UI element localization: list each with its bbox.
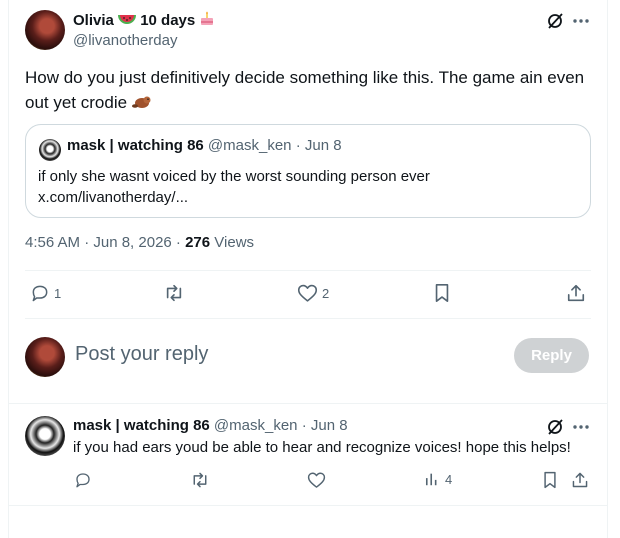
repost-icon bbox=[193, 472, 207, 488]
birthday-cake-emoji-icon bbox=[199, 11, 215, 31]
reply-header: mask | watching 86 @mask_ken · Jun 8 bbox=[73, 417, 348, 434]
beaver-emoji-icon bbox=[131, 92, 152, 117]
author-name[interactable]: Olivia bbox=[73, 12, 114, 29]
reply-views-button[interactable]: 4 bbox=[425, 471, 452, 487]
reply-count: 1 bbox=[54, 285, 62, 301]
share-icon bbox=[572, 472, 588, 488]
divider bbox=[9, 403, 607, 404]
quoted-post-text: if only she wasnt voiced by the worst so… bbox=[38, 166, 578, 208]
quoted-link[interactable]: x.com/livanotherday/... bbox=[38, 187, 578, 208]
more-dots-icon[interactable] bbox=[571, 417, 591, 437]
reply-bookmark-button[interactable] bbox=[542, 471, 558, 489]
quoted-post-card[interactable]: mask | watching 86 @mask_ken · Jun 8 if … bbox=[25, 124, 591, 218]
share-icon bbox=[567, 284, 585, 302]
reply-handle-date[interactable]: @mask_ken · Jun 8 bbox=[210, 417, 348, 434]
reply-bubble-icon bbox=[32, 285, 48, 302]
author-tag: 10 days bbox=[140, 12, 196, 29]
author-name-line[interactable]: Olivia 10 days bbox=[73, 11, 215, 31]
divider bbox=[25, 270, 591, 271]
bookmark-icon bbox=[544, 471, 556, 489]
reply-submit-button[interactable]: Reply bbox=[514, 338, 589, 373]
like-count: 2 bbox=[322, 285, 330, 301]
divider bbox=[9, 505, 607, 506]
post-body: How do you just definitively decide some… bbox=[25, 68, 585, 112]
grok-slash-icon[interactable] bbox=[545, 417, 565, 437]
timestamp-text[interactable]: 4:56 AM · Jun 8, 2026 · bbox=[25, 234, 185, 251]
views-chart-icon bbox=[425, 473, 437, 486]
reply-repost-button[interactable] bbox=[190, 471, 210, 489]
author-avatar[interactable] bbox=[25, 10, 65, 50]
reply-views-count: 4 bbox=[445, 471, 453, 487]
like-button[interactable]: 2 bbox=[297, 283, 329, 303]
views-count: 276 bbox=[185, 234, 211, 251]
watermelon-emoji-icon bbox=[118, 13, 137, 31]
reply-share-button[interactable] bbox=[571, 471, 589, 489]
reply-author-avatar[interactable] bbox=[25, 416, 65, 456]
reply-bubble-icon bbox=[76, 473, 90, 488]
quoted-handle-date: @mask_ken · Jun 8 bbox=[203, 137, 342, 154]
reply-text: if you had ears youd be able to hear and… bbox=[73, 439, 571, 456]
quoted-text: if only she wasnt voiced by the worst so… bbox=[38, 168, 430, 185]
reply-button[interactable]: 1 bbox=[30, 283, 61, 303]
reply-input[interactable]: Post your reply bbox=[75, 343, 208, 366]
reply-reply-button[interactable] bbox=[74, 471, 92, 489]
quoted-author-avatar[interactable] bbox=[39, 139, 61, 161]
heart-icon bbox=[307, 472, 326, 488]
more-dots-icon[interactable] bbox=[571, 11, 591, 31]
repost-icon bbox=[166, 284, 182, 302]
share-button[interactable] bbox=[566, 283, 586, 303]
divider bbox=[25, 318, 591, 319]
reply-like-button[interactable] bbox=[307, 471, 326, 489]
grok-slash-icon[interactable] bbox=[545, 11, 565, 31]
quoted-post-header: mask | watching 86 @mask_ken · Jun 8 bbox=[67, 137, 342, 154]
views-label: Views bbox=[210, 234, 255, 251]
heart-icon bbox=[297, 284, 318, 302]
post-timestamp: 4:56 AM · Jun 8, 2026 · 276 Views bbox=[25, 234, 254, 251]
composer-avatar bbox=[25, 337, 65, 377]
post-text: How do you just definitively decide some… bbox=[25, 65, 585, 117]
bookmark-button[interactable] bbox=[433, 283, 451, 303]
reply-author-name[interactable]: mask | watching 86 bbox=[73, 417, 210, 434]
repost-button[interactable] bbox=[163, 283, 185, 303]
author-handle[interactable]: @livanotherday bbox=[73, 32, 177, 49]
bookmark-icon bbox=[435, 284, 449, 302]
quoted-author-name[interactable]: mask | watching 86 bbox=[67, 137, 204, 154]
